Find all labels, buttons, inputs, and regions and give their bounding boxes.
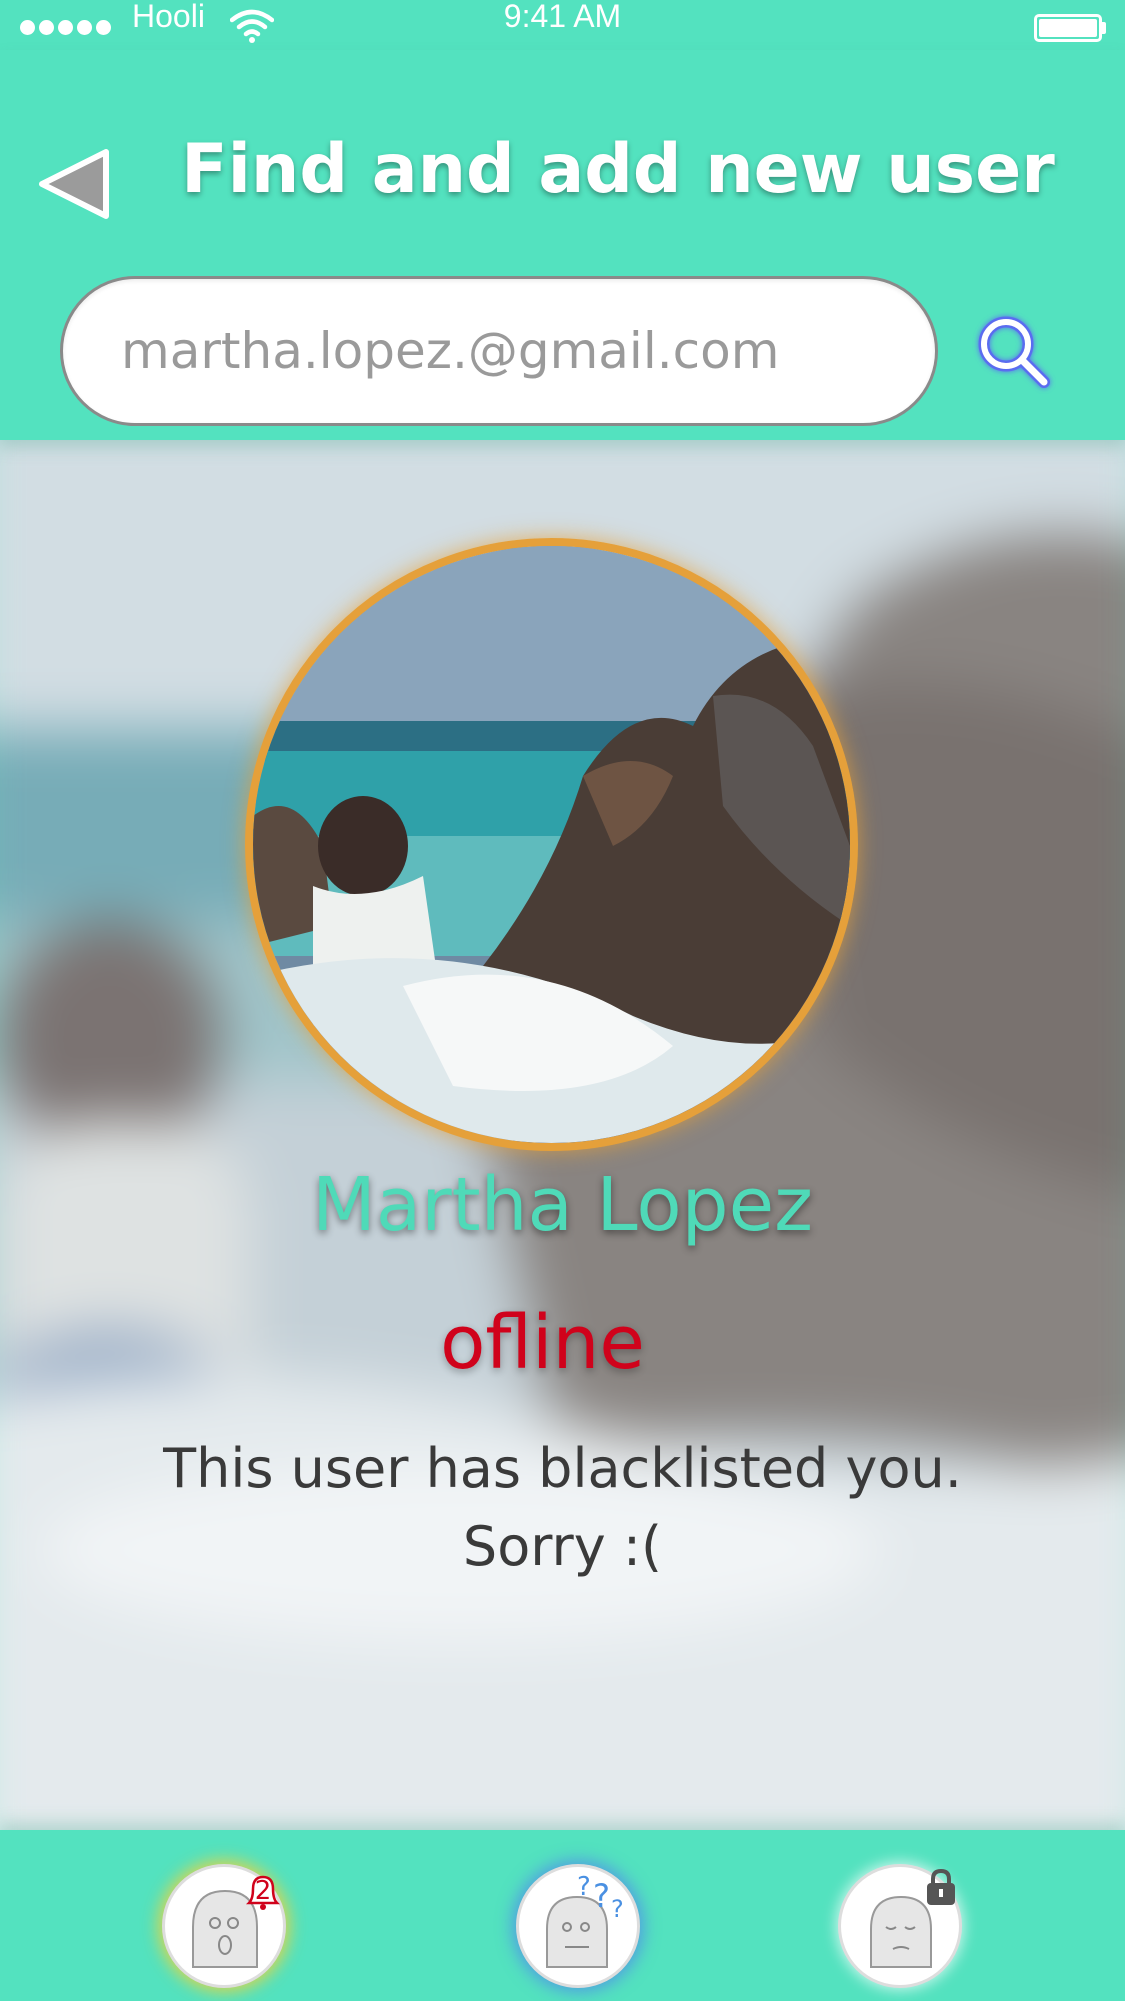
message-line: Sorry :( xyxy=(462,1515,663,1578)
status-bar: Hooli 9:41 AM xyxy=(0,0,1125,50)
tab-bar: 2 ? ? ? xyxy=(0,1830,1125,2001)
notification-count: 2 xyxy=(254,1876,272,1906)
battery-tip xyxy=(1102,22,1106,34)
blacklist-message: This user has blacklisted you. Sorry :( xyxy=(0,1430,1125,1586)
header: Find and add new user xyxy=(0,50,1125,440)
battery-icon xyxy=(1034,14,1102,42)
tab-private[interactable] xyxy=(838,1864,962,1988)
tab-search[interactable]: ? ? ? xyxy=(516,1864,640,1988)
avatar xyxy=(245,538,858,1151)
svg-text:?: ? xyxy=(611,1895,624,1923)
svg-text:?: ? xyxy=(577,1872,591,1902)
user-name: Martha Lopez xyxy=(312,1162,813,1248)
ghost-confused-icon: ? ? ? xyxy=(546,1872,624,1968)
status-label: ofline xyxy=(440,1300,645,1386)
lock-icon xyxy=(927,1868,955,1905)
back-arrow-icon[interactable] xyxy=(36,144,116,224)
status-time: 9:41 AM xyxy=(503,0,622,34)
search-input[interactable] xyxy=(60,276,938,426)
notification-badge: 2 xyxy=(243,1871,283,1913)
tab-notifications[interactable]: 2 xyxy=(162,1864,286,1988)
message-line: This user has blacklisted you. xyxy=(163,1437,962,1500)
page-title: Find and add new user xyxy=(181,130,1055,209)
svg-text:?: ? xyxy=(593,1877,610,1915)
search-icon[interactable] xyxy=(970,308,1060,398)
